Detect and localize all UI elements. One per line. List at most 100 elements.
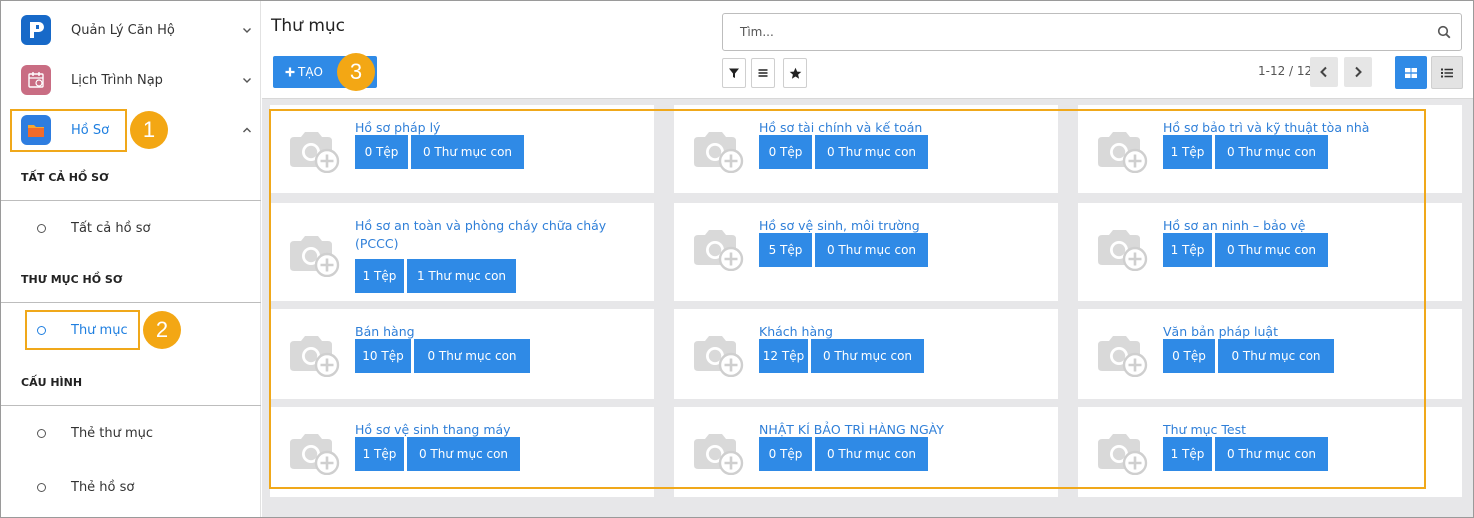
folder-card[interactable]: Hồ sơ vệ sinh, môi trường 5 Tệp 0 Thư mục … [674,203,1058,301]
pager-value[interactable]: 1-12 / 12 [1258,64,1312,78]
camera-placeholder-icon [288,127,340,174]
folder-card[interactable]: Hồ sơ pháp lý 0 Tệp 0 Thư mục con [270,105,654,193]
file-count-button[interactable]: 5 Tệp [759,233,812,267]
file-count-button[interactable]: 10 Tệp [355,339,411,373]
plus-icon [285,67,295,77]
file-count-button[interactable]: 0 Tệp [759,437,812,471]
app-logo-icon [21,15,51,45]
menu-item-label: Thẻ thư mục [71,425,154,441]
kanban-area: Hồ sơ pháp lý 0 Tệp 0 Thư mục con Hồ sơ tài… [262,98,1474,518]
annotation-number-3: 3 [337,53,375,91]
group-by-button[interactable] [751,58,775,88]
sidebar-item-folders[interactable]: Thư mục [0,310,261,350]
subfolder-count-button[interactable]: 1 Thư mục con [407,259,516,293]
grid-view-icon [1405,67,1417,78]
folder-card[interactable]: Hồ sơ an ninh – bảo vệ 1 Tệp 0 Thư mục con [1078,203,1462,301]
chevron-left-icon [1320,66,1327,78]
camera-placeholder-icon [288,429,340,476]
radio-dot-icon [37,428,46,438]
sidebar-item-folder-tags[interactable]: Thẻ thư mục [0,413,261,453]
folder-app-icon [21,115,51,145]
search-input[interactable]: Tìm... [722,13,1462,51]
list-view-icon [1441,68,1453,77]
radio-dot-icon [37,482,46,492]
file-count-button[interactable]: 0 Tệp [355,135,408,169]
folder-card[interactable]: Hồ sơ vệ sinh thang máy 1 Tệp 0 Thư mục co… [270,407,654,497]
folder-card[interactable]: Khách hàng 12 Tệp 0 Thư mục con [674,309,1058,399]
subfolder-count-button[interactable]: 0 Thư mục con [815,437,928,471]
subfolder-count-button[interactable]: 0 Thư mục con [407,437,520,471]
search-placeholder: Tìm... [740,25,774,39]
camera-placeholder-icon [1096,429,1148,476]
folder-card[interactable]: Hồ sơ an toàn và phòng cháy chữa cháy (P… [270,203,654,301]
subfolder-count-button[interactable]: 0 Thư mục con [1218,339,1334,373]
radio-dot-icon [37,325,46,335]
subfolder-count-button[interactable]: 0 Thư mục con [1215,437,1328,471]
list-lines-icon [758,69,768,77]
folder-title[interactable]: Hồ sơ an toàn và phòng cháy chữa cháy (P… [355,217,640,253]
sidebar-item-record-tags[interactable]: Thẻ hồ sơ [0,467,261,507]
sidebar-item-all-records[interactable]: Tất cả hồ sơ [0,208,261,248]
calendar-app-icon [21,65,51,95]
app-item-lich-trinh-nap[interactable]: Lịch Trình Nạp [0,55,261,105]
camera-placeholder-icon [692,429,744,476]
subfolder-count-button[interactable]: 0 Thư mục con [815,135,928,169]
camera-placeholder-icon [692,225,744,272]
kanban-view-button[interactable] [1395,56,1427,89]
camera-placeholder-icon [1096,127,1148,174]
pager-previous-button[interactable] [1310,57,1338,87]
camera-placeholder-icon [1096,225,1148,272]
annotation-number-1: 1 [130,111,168,149]
chevron-down-icon[interactable] [241,74,253,86]
file-count-button[interactable]: 1 Tệp [1163,135,1212,169]
folder-card[interactable]: Hồ sơ tài chính và kế toán 0 Tệp 0 Thư mục… [674,105,1058,193]
menu-item-label: Thẻ hồ sơ [71,479,135,495]
app-item-quan-ly-can-ho[interactable]: Quản Lý Căn Hộ [0,5,261,55]
file-count-button[interactable]: 1 Tệp [1163,233,1212,267]
subfolder-count-button[interactable]: 0 Thư mục con [414,339,530,373]
app-label: Quản Lý Căn Hộ [71,22,175,38]
menu-item-label: Tất cả hồ sơ [71,220,151,236]
file-count-button[interactable]: 1 Tệp [1163,437,1212,471]
app-label: Hồ Sơ [71,122,110,138]
search-icon[interactable] [1437,25,1451,39]
list-view-button[interactable] [1431,56,1463,89]
camera-placeholder-icon [1096,331,1148,378]
file-count-button[interactable]: 1 Tệp [355,437,404,471]
subfolder-count-button[interactable]: 0 Thư mục con [811,339,924,373]
filter-button[interactable] [722,58,746,88]
section-header-all-records: TẤT CẢ HỒ SƠ [0,155,261,201]
folder-card[interactable]: NHẬT KÍ BẢO TRÌ HÀNG NGÀY 0 Tệp 0 Thư mục … [674,407,1058,497]
chevron-down-icon[interactable] [241,24,253,36]
pager-next-button[interactable] [1344,57,1372,87]
file-count-button[interactable]: 1 Tệp [355,259,404,293]
folder-card[interactable]: Văn bản pháp luật 0 Tệp 0 Thư mục con [1078,309,1462,399]
menu-item-label: Thư mục [71,322,128,338]
camera-placeholder-icon [692,331,744,378]
filter-icon [729,68,739,78]
main-content: Thư mục TẠO Tìm... 1-12 / 12 Hồ sơ pháp … [262,0,1474,518]
subfolder-count-button[interactable]: 0 Thư mục con [1215,135,1328,169]
folder-card[interactable]: Bán hàng 10 Tệp 0 Thư mục con [270,309,654,399]
radio-dot-icon [37,223,46,233]
annotation-number-2: 2 [143,311,181,349]
favorites-button[interactable] [783,58,807,88]
star-icon [789,67,801,79]
chevron-right-icon [1355,66,1362,78]
file-count-button[interactable]: 0 Tệp [759,135,812,169]
page-title: Thư mục [271,16,346,36]
app-label: Lịch Trình Nạp [71,72,163,88]
camera-placeholder-icon [288,331,340,378]
file-count-button[interactable]: 12 Tệp [759,339,808,373]
folder-card[interactable]: Hồ sơ bảo trì và kỹ thuật tòa nhà 1 Tệp 0 … [1078,105,1462,193]
subfolder-count-button[interactable]: 0 Thư mục con [411,135,524,169]
section-header-record-folders: THƯ MỤC HỒ SƠ [0,257,261,303]
section-header-config: CẤU HÌNH [0,360,261,406]
camera-placeholder-icon [692,127,744,174]
subfolder-count-button[interactable]: 0 Thư mục con [815,233,928,267]
subfolder-count-button[interactable]: 0 Thư mục con [1215,233,1328,267]
file-count-button[interactable]: 0 Tệp [1163,339,1215,373]
folder-card[interactable]: Thư mục Test 1 Tệp 0 Thư mục con [1078,407,1462,497]
chevron-up-icon[interactable] [241,124,253,136]
camera-placeholder-icon [288,231,340,278]
